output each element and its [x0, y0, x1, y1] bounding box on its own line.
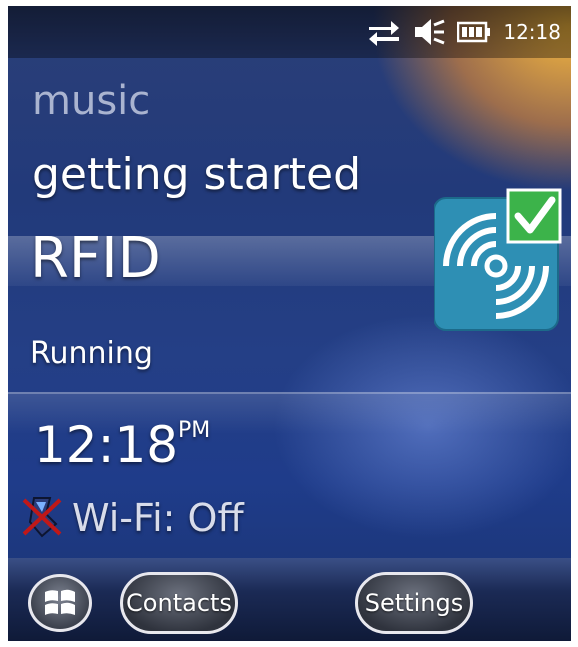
home-clock[interactable]: 12:18 [34, 416, 178, 474]
home-item-getting-started[interactable]: getting started [32, 149, 361, 200]
battery-icon[interactable] [457, 21, 491, 43]
home-item-wifi-status[interactable]: Wi-Fi: Off [72, 496, 244, 540]
home-item-music[interactable]: music [32, 78, 150, 124]
status-bar: 12:18 [8, 6, 571, 58]
status-time[interactable]: 12:18 [503, 20, 561, 44]
wifi-off-icon [20, 494, 64, 538]
home-item-rfid[interactable]: RFID [30, 226, 161, 291]
softkey-bar: Contacts Settings [8, 558, 571, 641]
phone-screen: 12:18 music getting started RFID Running… [8, 6, 571, 641]
rfid-status-text: Running [30, 336, 153, 371]
sync-arrows-icon[interactable] [367, 18, 401, 46]
settings-button[interactable]: Settings [355, 572, 473, 634]
contacts-button[interactable]: Contacts [120, 572, 238, 634]
speaker-muted-icon[interactable] [413, 17, 445, 47]
rfid-check-icon[interactable] [433, 186, 564, 334]
home-clock-ampm: PM [178, 418, 211, 443]
windows-start-icon [45, 589, 75, 615]
status-icons: 12:18 [367, 16, 561, 48]
windows-start-button[interactable] [28, 574, 92, 632]
divider-line [8, 392, 571, 394]
